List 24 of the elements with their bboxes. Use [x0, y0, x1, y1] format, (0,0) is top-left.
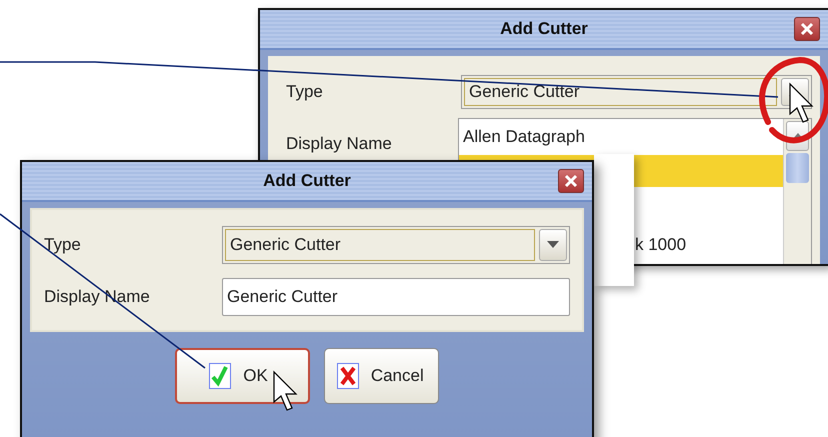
scroll-bar[interactable] [783, 119, 811, 264]
ok-button[interactable]: OK [175, 348, 310, 404]
field-label: Type [44, 235, 82, 255]
close-icon [800, 22, 814, 36]
close-button[interactable] [558, 169, 584, 193]
dialog-title: Add Cutter [263, 171, 351, 191]
cursor-icon [273, 370, 298, 411]
close-button[interactable] [794, 17, 820, 41]
caret-down-icon [546, 241, 560, 249]
dropdown-value: Generic Cutter [464, 78, 777, 106]
close-icon [564, 174, 578, 188]
dropdown-button[interactable] [539, 229, 567, 261]
dropdown-value: Generic Cutter [225, 229, 535, 261]
scroll-thumb[interactable] [786, 153, 809, 183]
type-dropdown[interactable]: Generic Cutter [222, 226, 570, 264]
type-dropdown[interactable]: Generic Cutter [461, 75, 812, 109]
field-label: Display Name [286, 134, 393, 154]
cancel-button[interactable]: Cancel [324, 348, 439, 404]
dialog-title: Add Cutter [500, 19, 588, 39]
cross-icon [336, 363, 359, 389]
display-name-field[interactable]: Generic Cutter [222, 278, 570, 316]
list-item[interactable]: Allen Datagraph [459, 119, 783, 155]
field-label: Type [286, 82, 324, 102]
check-icon [209, 363, 232, 389]
